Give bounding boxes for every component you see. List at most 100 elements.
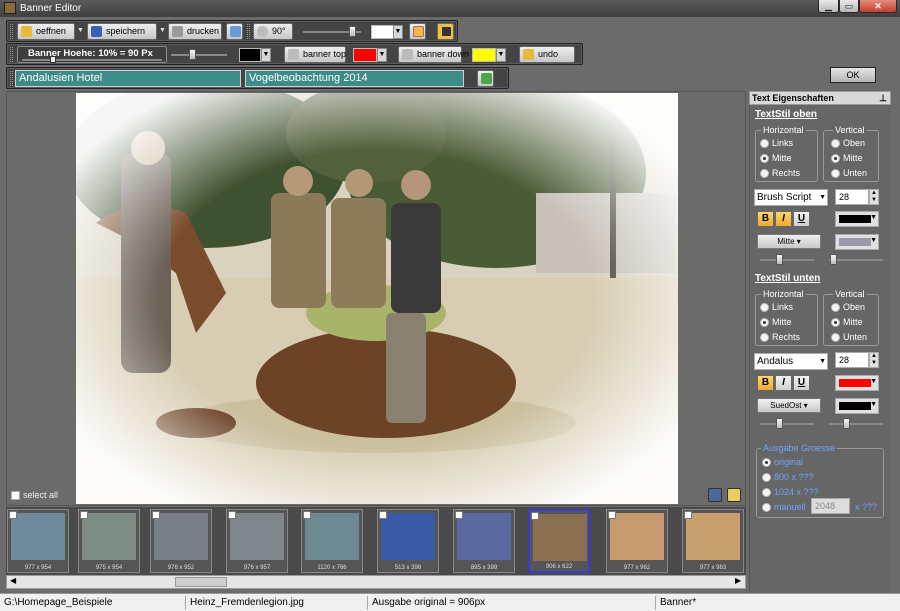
text-bottom-input[interactable]: Vogelbeobachtung 2014 (245, 70, 464, 87)
radio-option[interactable]: Unten (831, 332, 867, 343)
thumbnail[interactable]: 977 x 963 (682, 509, 744, 573)
ok-button[interactable]: OK (830, 67, 876, 83)
bottom-size-spinner[interactable]: ▲ ▼ (869, 352, 879, 368)
open-button[interactable]: oeffnen (17, 23, 75, 40)
toolbar-grip[interactable] (10, 24, 13, 39)
top-font-select[interactable]: Brush Script ▼ (754, 189, 828, 206)
radio-button[interactable] (831, 154, 840, 164)
thumbnail-checkbox[interactable] (228, 511, 236, 519)
frame-button[interactable] (409, 23, 426, 40)
undo-button[interactable]: undo (519, 46, 575, 63)
radio-option[interactable]: Unten (831, 168, 867, 179)
thumbnail-checkbox[interactable] (9, 511, 17, 519)
radio-button[interactable] (762, 503, 771, 513)
thumbnail-checkbox[interactable] (379, 511, 387, 519)
output-size-option[interactable]: original (762, 457, 803, 468)
radio-button[interactable] (760, 318, 769, 328)
bottom-underline-button[interactable]: U (793, 375, 810, 391)
top-text-color-picker[interactable]: ▼ (835, 211, 879, 227)
save-button[interactable]: speichern (87, 23, 157, 40)
thumbnail[interactable]: 906 x 622 (528, 509, 590, 573)
thumbnail[interactable]: 976 x 957 (226, 509, 288, 573)
radio-button[interactable] (831, 303, 840, 313)
banner-down-color-dropdown[interactable]: ▼ (496, 48, 506, 62)
text-top-input[interactable]: Andalusien Hotel (15, 70, 241, 87)
maximize-button[interactable]: ▭ (839, 0, 859, 13)
radio-option[interactable]: Links (760, 302, 793, 313)
output-size-option[interactable]: manuell (762, 502, 806, 513)
select-all-box[interactable] (11, 491, 20, 501)
minimize-button[interactable]: ▁ (818, 0, 839, 13)
thumbnail[interactable]: 977 x 962 (606, 509, 668, 573)
bottom-shadow-slider-thumb[interactable] (776, 418, 783, 429)
thumbnail-checkbox[interactable] (531, 512, 539, 520)
banner-opacity-thumb[interactable] (189, 49, 196, 60)
manual-size-input[interactable]: 2048 (811, 498, 850, 514)
shield-icon[interactable] (708, 488, 722, 502)
radio-button[interactable] (762, 473, 771, 483)
banner-color-dropdown[interactable]: ▼ (261, 48, 271, 62)
top-opacity-slider[interactable] (829, 259, 883, 261)
background-color-dropdown[interactable]: ▼ (393, 25, 403, 39)
banner-down-button[interactable]: banner down (398, 46, 469, 63)
select-all-checkbox[interactable]: select all (11, 490, 58, 501)
bottom-shadow-color-picker[interactable]: ▼ (835, 398, 879, 414)
radio-option[interactable]: Mitte (760, 317, 792, 328)
radio-option[interactable]: Rechts (760, 332, 800, 343)
bottom-font-select[interactable]: Andalus ▼ (754, 353, 828, 370)
top-bold-button[interactable]: B (757, 211, 774, 227)
thumbnail-checkbox[interactable] (152, 511, 160, 519)
output-size-option[interactable]: 800 x ??? (762, 472, 814, 483)
fit-button[interactable] (437, 23, 454, 40)
banner-top-color-box[interactable] (353, 48, 377, 62)
top-shadow-direction[interactable]: Mitte ▾ (757, 234, 821, 249)
bottom-opacity-slider[interactable] (829, 423, 883, 425)
radio-option[interactable]: Mitte (831, 317, 863, 328)
top-opacity-slider-thumb[interactable] (830, 254, 837, 265)
thumbnail-checkbox[interactable] (80, 511, 88, 519)
top-italic-button[interactable]: I (775, 211, 792, 227)
radio-button[interactable] (831, 169, 840, 179)
radio-button[interactable] (760, 139, 769, 149)
radio-button[interactable] (760, 333, 769, 343)
thumbnail[interactable]: 1120 x 766 (301, 509, 363, 573)
toolbar-grip[interactable] (10, 71, 13, 86)
output-size-option[interactable]: 1024 x ??? (762, 487, 819, 498)
thumbnail[interactable]: 895 x 399 (453, 509, 515, 573)
rotate-slider-thumb[interactable] (349, 26, 356, 37)
bottom-bold-button[interactable]: B (757, 375, 774, 391)
top-shadow-color-picker[interactable]: ▼ (835, 234, 879, 250)
banner-down-color-box[interactable] (472, 48, 496, 62)
thumbnail-scrollbar[interactable]: ◀ ▶ (6, 575, 746, 589)
thumbnail[interactable]: 513 x 398 (377, 509, 439, 573)
pin-icon[interactable]: ⊥ (879, 92, 887, 104)
thumbnail[interactable]: 976 x 952 (150, 509, 212, 573)
thumbnail-checkbox[interactable] (455, 511, 463, 519)
banner-height-slider[interactable] (22, 59, 162, 61)
top-size-input[interactable]: 28 (835, 189, 869, 205)
radio-button[interactable] (762, 488, 771, 498)
scroll-thumb[interactable] (175, 577, 227, 587)
top-size-spinner[interactable]: ▲ ▼ (869, 189, 879, 205)
background-color-box[interactable] (371, 25, 394, 39)
thumbnail-checkbox[interactable] (303, 511, 311, 519)
eraser-icon[interactable] (727, 488, 741, 502)
radio-option[interactable]: Rechts (760, 168, 800, 179)
photo-preview[interactable] (66, 78, 678, 504)
thumbnail-checkbox[interactable] (684, 511, 692, 519)
banner-color-box[interactable] (239, 48, 261, 62)
bottom-size-input[interactable]: 28 (835, 352, 869, 368)
scroll-right-arrow[interactable]: ▶ (735, 576, 741, 585)
bottom-shadow-direction[interactable]: SuedOst ▾ (757, 398, 821, 413)
print-button[interactable]: drucken (168, 23, 222, 40)
top-underline-button[interactable]: U (793, 211, 810, 227)
radio-button[interactable] (760, 169, 769, 179)
save-dropdown-arrow[interactable]: ▼ (159, 27, 166, 34)
radio-button[interactable] (760, 303, 769, 313)
banner-opacity-slider[interactable] (171, 54, 227, 56)
preview-button[interactable] (226, 23, 243, 40)
toolbar-grip[interactable] (10, 47, 13, 62)
thumbnail[interactable]: 975 x 954 (78, 509, 140, 573)
radio-button[interactable] (831, 139, 840, 149)
top-shadow-slider-thumb[interactable] (776, 254, 783, 265)
